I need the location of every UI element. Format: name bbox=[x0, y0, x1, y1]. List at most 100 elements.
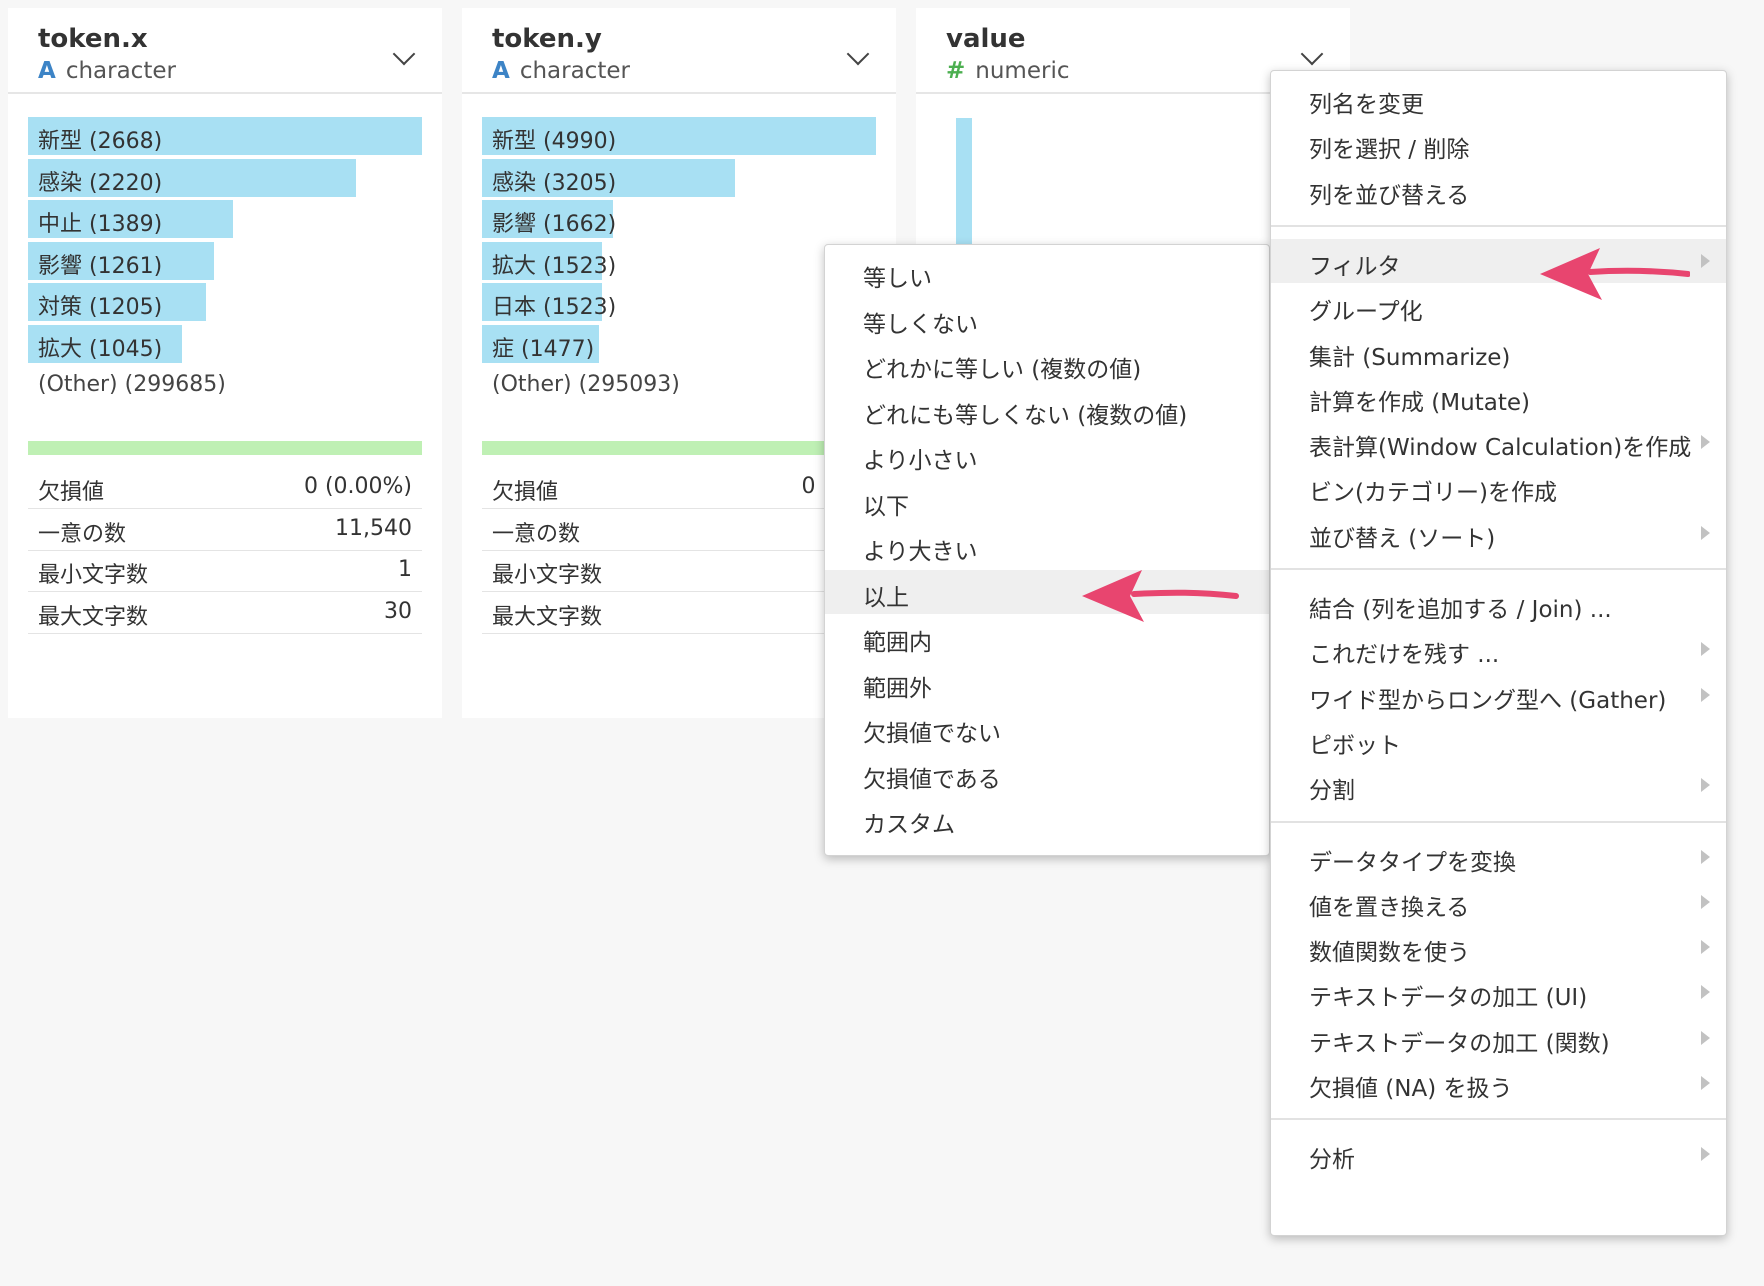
bar-row[interactable]: 拡大 (1523) bbox=[482, 241, 876, 280]
menu-item-label: データタイプを変換 bbox=[1309, 849, 1516, 876]
bar-row[interactable]: 感染 (3205) bbox=[482, 158, 876, 197]
filter-menu-item[interactable]: どれにも等しくない (複数の値) bbox=[825, 388, 1269, 432]
filter-menu-item[interactable]: 欠損値である bbox=[825, 752, 1269, 796]
stat-key: 最大文字数 bbox=[38, 604, 149, 630]
filter-menu-item[interactable]: 以下 bbox=[825, 479, 1269, 523]
bar-label: 新型 (4990) bbox=[492, 129, 617, 154]
filter-menu-item[interactable]: 欠損値でない bbox=[825, 706, 1269, 750]
bar-row[interactable]: 影響 (1261) bbox=[28, 241, 422, 280]
stat-row: 欠損値 0 (0.00%) bbox=[28, 468, 422, 509]
column-menu-item[interactable]: ビン(カテゴリー)を作成 bbox=[1271, 465, 1726, 509]
column-menu-item[interactable]: 値を置き換える bbox=[1271, 880, 1726, 924]
column-menu-item[interactable]: 分析 bbox=[1271, 1132, 1726, 1176]
menu-item-label: 範囲内 bbox=[863, 630, 932, 656]
stat-key: 最大文字数 bbox=[492, 604, 603, 630]
stat-row: 最大文字数 30 bbox=[28, 593, 422, 634]
character-type-icon: A bbox=[38, 58, 56, 84]
column-menu-item[interactable]: 欠損値 (NA) を扱う bbox=[1271, 1061, 1726, 1105]
submenu-arrow-icon bbox=[1701, 1030, 1710, 1045]
menu-item-label: 列を選択 / 削除 bbox=[1309, 137, 1470, 164]
column-type: # numeric bbox=[946, 58, 1069, 84]
submenu-arrow-icon bbox=[1701, 1076, 1710, 1090]
stat-key: 一意の数 bbox=[492, 521, 581, 547]
column-menu-item[interactable]: 列を選択 / 削除 bbox=[1271, 122, 1726, 166]
column-name: value bbox=[946, 24, 1026, 54]
filter-menu-item[interactable]: カスタム bbox=[825, 797, 1269, 841]
chevron-down-icon[interactable] bbox=[392, 42, 416, 66]
column-menu-item[interactable]: データタイプを変換 bbox=[1271, 835, 1726, 879]
column-menu-item[interactable]: テキストデータの加工 (関数) bbox=[1271, 1016, 1726, 1060]
filter-menu-item[interactable]: より小さい bbox=[825, 433, 1269, 477]
menu-item-label: 計算を作成 (Mutate) bbox=[1309, 389, 1530, 416]
submenu-arrow-icon bbox=[1701, 778, 1710, 793]
column-type-label: character bbox=[519, 58, 630, 84]
bar-row[interactable]: 感染 (2220) bbox=[28, 158, 422, 197]
column-menu-item[interactable]: テキストデータの加工 (UI) bbox=[1271, 970, 1726, 1014]
menu-item-label: ワイド型からロング型へ (Gather) bbox=[1309, 687, 1667, 714]
menu-item-label: テキストデータの加工 (UI) bbox=[1309, 985, 1588, 1012]
column-menu-item[interactable]: 数値関数を使う bbox=[1271, 925, 1726, 969]
column-menu-item[interactable]: 集計 (Summarize) bbox=[1271, 330, 1726, 374]
column-menu-item[interactable]: これだけを残す ... bbox=[1271, 627, 1726, 671]
column-menu-item[interactable]: ワイド型からロング型へ (Gather) bbox=[1271, 673, 1726, 717]
column-menu-item[interactable]: ピボット bbox=[1271, 718, 1726, 762]
menu-item-label: より小さい bbox=[863, 448, 978, 474]
menu-separator bbox=[1271, 820, 1726, 823]
column-menu-item[interactable]: 表計算(Window Calculation)を作成 bbox=[1271, 420, 1726, 464]
bar-label: 新型 (2668) bbox=[38, 129, 163, 154]
submenu-arrow-icon bbox=[1701, 435, 1710, 450]
menu-item-label: 欠損値である bbox=[863, 766, 1001, 793]
stat-row: 欠損値0 (0.0 bbox=[482, 468, 876, 509]
menu-item-label: フィルタ bbox=[1309, 253, 1401, 280]
submenu-arrow-icon bbox=[1701, 687, 1710, 702]
bar-row[interactable]: 拡大 (1045) bbox=[28, 324, 422, 363]
column-menu-item[interactable]: 結合 (列を追加する / Join) ... bbox=[1271, 582, 1726, 626]
submenu-arrow-icon bbox=[1701, 849, 1710, 864]
bar-label: 対策 (1205) bbox=[38, 295, 163, 320]
column-menu-item[interactable]: 並び替え (ソート) bbox=[1271, 511, 1726, 555]
bar-row[interactable]: 症 (1477) bbox=[482, 324, 876, 363]
submenu-arrow-icon bbox=[1701, 1147, 1710, 1162]
other-label: (Other) (299685) bbox=[38, 372, 226, 397]
chevron-down-icon[interactable] bbox=[846, 42, 870, 66]
bar-row[interactable]: 対策 (1205) bbox=[28, 283, 422, 321]
column-header[interactable]: token.x Acharacter bbox=[8, 8, 442, 94]
menu-item-label: 以下 bbox=[863, 493, 909, 520]
menu-item-label: 分割 bbox=[1309, 778, 1355, 805]
bar-label: 感染 (3205) bbox=[492, 170, 617, 196]
bar-label: 影響 (1662) bbox=[492, 212, 617, 237]
column-card-token-x: token.x Acharacter (Other) (299685) 新型 (… bbox=[8, 8, 442, 718]
chevron-down-icon[interactable] bbox=[1300, 42, 1324, 66]
column-type: Acharacter bbox=[492, 58, 630, 84]
bar-row[interactable]: 影響 (1662) bbox=[482, 200, 876, 238]
character-type-icon: A bbox=[492, 58, 510, 84]
stat-value: 1 bbox=[398, 557, 412, 582]
bar-label: 日本 (1523) bbox=[492, 295, 617, 320]
bar-row[interactable]: 日本 (1523) bbox=[482, 283, 876, 321]
menu-item-label: ピボット bbox=[1309, 732, 1401, 759]
bar-row[interactable]: 中止 (1389) bbox=[28, 200, 422, 238]
column-menu-item[interactable]: 分割 bbox=[1271, 763, 1726, 807]
menu-item-label: ビン(カテゴリー)を作成 bbox=[1309, 480, 1557, 507]
column-type: Acharacter bbox=[38, 58, 176, 84]
column-menu-item[interactable]: 計算を作成 (Mutate) bbox=[1271, 375, 1726, 419]
menu-separator bbox=[1271, 224, 1726, 227]
menu-item-label: 結合 (列を追加する / Join) ... bbox=[1309, 597, 1612, 623]
submenu-arrow-icon bbox=[1701, 940, 1710, 955]
column-menu-item[interactable]: 列名を変更 bbox=[1271, 77, 1726, 121]
column-menu-item[interactable]: 列を並び替える bbox=[1271, 168, 1726, 212]
bar-row[interactable]: 新型 (2668) bbox=[28, 117, 422, 155]
filter-menu-item[interactable]: 範囲外 bbox=[825, 661, 1269, 705]
filter-menu-item[interactable]: 等しい bbox=[825, 251, 1269, 295]
menu-item-label: 列を並び替える bbox=[1309, 182, 1470, 209]
menu-item-label: 値を置き換える bbox=[1309, 894, 1470, 921]
filter-menu-item[interactable]: 等しくない bbox=[825, 297, 1269, 341]
column-header[interactable]: token.y Acharacter bbox=[462, 8, 896, 94]
menu-item-label: グループ化 bbox=[1309, 299, 1423, 326]
numeric-type-icon: # bbox=[946, 58, 966, 84]
menu-item-label: 欠損値でない bbox=[863, 721, 1001, 747]
menu-item-label: テキストデータの加工 (関数) bbox=[1309, 1030, 1610, 1057]
stat-row: 最小文字数 bbox=[482, 551, 876, 592]
filter-menu-item[interactable]: どれかに等しい (複数の値) bbox=[825, 342, 1269, 386]
bar-row[interactable]: 新型 (4990) bbox=[482, 117, 876, 155]
